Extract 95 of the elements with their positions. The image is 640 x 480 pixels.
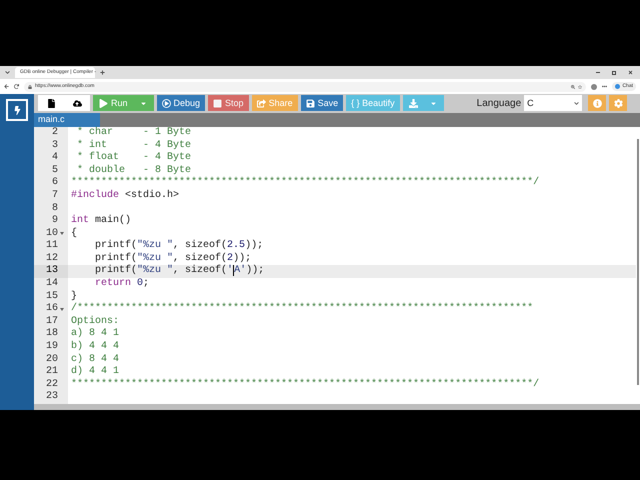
new-tab-icon[interactable] — [100, 70, 105, 75]
line-number: 4 — [52, 152, 59, 165]
code-token: * float - 4 Byte — [76, 152, 192, 164]
line-number: 16 — [46, 303, 66, 316]
line-number: 5 — [52, 164, 59, 177]
code-token: { — [71, 228, 78, 240]
maximize-icon[interactable] — [612, 70, 616, 74]
back-icon[interactable] — [4, 84, 9, 89]
stop-icon — [213, 98, 222, 108]
code-editor[interactable] — [34, 126, 636, 404]
lock-icon — [28, 84, 32, 88]
logo-icon[interactable] — [6, 99, 28, 121]
chevron-icon[interactable] — [5, 70, 10, 75]
code-token: int — [71, 215, 90, 228]
code-token: Options: — [71, 316, 120, 328]
code-token: )); — [233, 252, 252, 264]
line-number: 15 — [46, 290, 59, 303]
file-icon — [46, 98, 56, 108]
line-number: 17 — [46, 316, 59, 328]
code-token: *****************************************************************************/ — [71, 177, 540, 190]
code-token: 2 — [227, 252, 234, 264]
code-token: "%zu " — [137, 240, 174, 252]
line-number: 18 — [46, 328, 59, 341]
zoom-icon[interactable] — [571, 84, 576, 88]
line-number: 14 — [46, 278, 59, 291]
line-number: 9 — [52, 215, 59, 228]
caret-icon — [140, 100, 148, 107]
code-token: b) 4 4 4 — [71, 341, 120, 354]
play-icon — [99, 98, 108, 108]
code-token: A' — [234, 265, 246, 278]
line-number: 21 — [46, 366, 59, 379]
gear-icon — [614, 98, 623, 108]
code-token: 2.5 — [227, 240, 246, 252]
code-token: d) 4 4 1 — [71, 366, 120, 378]
code-token: * int - 4 Byte — [76, 140, 192, 152]
profile-icon[interactable] — [591, 84, 598, 90]
cloud-upload-icon — [72, 98, 82, 108]
code-token: <stdio.h> — [124, 190, 180, 202]
code-token: #include — [71, 190, 120, 202]
chat-logo-icon — [615, 84, 620, 89]
scrollbar-thumb[interactable] — [637, 138, 639, 385]
code-token: ' — [227, 265, 234, 278]
toolbar-button[interactable]: Save — [300, 95, 344, 112]
reload-icon[interactable] — [14, 84, 19, 89]
download-icon — [408, 98, 418, 108]
code-token: return — [94, 278, 132, 291]
line-number: 13 — [46, 265, 59, 278]
code-token: } — [71, 290, 78, 302]
code-token: main() — [94, 215, 132, 228]
code-token: , sizeof( — [173, 240, 228, 252]
code-token: a) 8 4 1 — [71, 328, 120, 340]
code-token: )); — [245, 240, 264, 252]
code-token: , sizeof( — [173, 252, 228, 264]
file-tab[interactable]: main.c — [34, 112, 100, 127]
code-token: )); — [246, 265, 264, 278]
line-number: 3 — [52, 140, 59, 152]
line-number: 10 — [46, 228, 66, 240]
language-select[interactable]: C — [524, 95, 582, 112]
code-token: ; — [143, 278, 150, 291]
line-number: 8 — [52, 202, 59, 215]
code-token: * char - 1 Byte — [76, 126, 192, 140]
toolbar-button[interactable] — [64, 95, 90, 112]
code-token: c) 8 4 4 — [71, 354, 120, 366]
code-token: printf( — [94, 252, 138, 264]
line-number: 20 — [46, 354, 59, 366]
star-icon[interactable] — [578, 84, 582, 88]
code-token: /**************************************************************************** — [71, 303, 534, 316]
code-token: "%zu " — [137, 252, 174, 264]
code-token: printf( — [94, 240, 138, 252]
line-number: 7 — [52, 190, 59, 202]
toolbar-button[interactable] — [38, 95, 64, 112]
line-number: 6 — [52, 177, 59, 190]
line-number: 19 — [46, 341, 59, 354]
line-number: 12 — [46, 252, 59, 265]
toolbar-button[interactable]: Stop — [208, 95, 249, 112]
line-number: 23 — [46, 391, 59, 404]
share-icon — [256, 98, 266, 108]
line-number: 2 — [52, 126, 59, 140]
code-token: * double - 8 Byte — [76, 164, 192, 176]
code-token: "%zu " — [137, 265, 174, 278]
code-token: *****************************************************************************/ — [71, 378, 540, 392]
chevron-icon — [574, 100, 580, 106]
caret-icon — [430, 100, 438, 107]
code-token: , sizeof( — [173, 265, 228, 278]
close-icon[interactable] — [628, 70, 633, 75]
more-icon[interactable] — [602, 84, 608, 89]
info-icon — [592, 98, 602, 108]
line-number: 22 — [46, 378, 59, 391]
line-number: 11 — [46, 240, 59, 253]
save-icon — [306, 98, 315, 108]
language-label: Language — [476, 96, 522, 111]
code-token: printf( — [94, 265, 138, 278]
toolbar-button[interactable]: Run — [93, 95, 134, 112]
toolbar-button[interactable]: Debug — [156, 95, 206, 112]
code-token: 0 — [136, 278, 144, 291]
